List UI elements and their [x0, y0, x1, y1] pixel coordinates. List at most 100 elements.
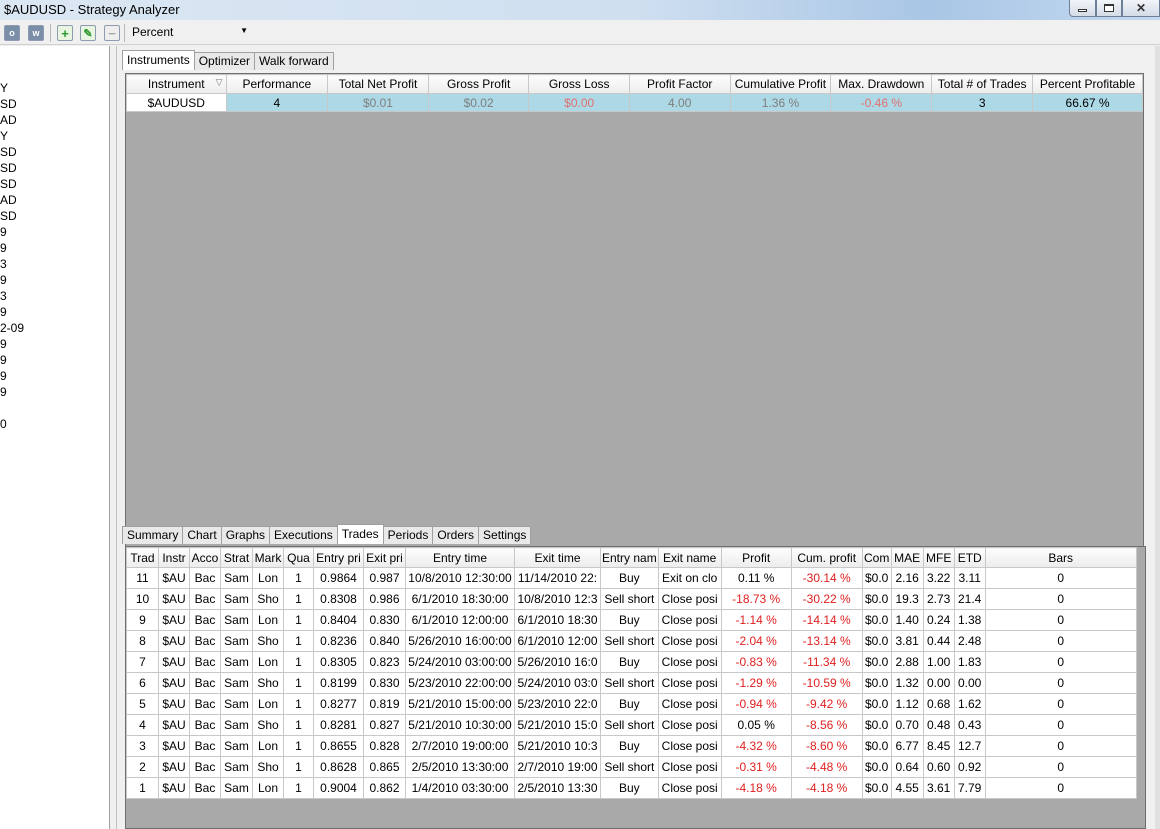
col-header[interactable]: Mark	[252, 547, 284, 568]
col-header[interactable]: Profit	[720, 547, 792, 568]
remove-button[interactable]: −	[104, 25, 120, 41]
tab-settings[interactable]: Settings	[478, 526, 532, 544]
col-header[interactable]: ETD	[953, 547, 986, 568]
col-header[interactable]: Acco	[189, 547, 221, 568]
table-cell: 1	[283, 567, 314, 589]
strategy-list-item[interactable]: AD	[0, 193, 17, 209]
col-header[interactable]: Exit pri	[363, 547, 406, 568]
col-header[interactable]: Max. Drawdown	[830, 74, 933, 94]
strategy-list-item[interactable]: SD	[0, 145, 17, 161]
col-header[interactable]: Performance	[225, 74, 329, 94]
strategy-list-item[interactable]: 9	[0, 225, 7, 241]
table-row[interactable]: 7 $AU Bac Sam Lon 1 0.8305 0.823 5/24/2010 03:00…	[126, 651, 1137, 673]
col-header[interactable]: Cum. profit	[790, 547, 863, 568]
vertical-scrollbar[interactable]	[1155, 46, 1160, 829]
tab-walk-forward[interactable]: Walk forward	[254, 52, 334, 70]
strategy-list-item[interactable]: 9	[0, 385, 7, 401]
strategy-list-item[interactable]: 9	[0, 337, 7, 353]
maximize-button[interactable]	[1096, 0, 1122, 17]
panel-splitter[interactable]	[110, 46, 117, 829]
strategy-list-item[interactable]: SD	[0, 161, 17, 177]
strategy-list-item[interactable]: 3	[0, 289, 7, 305]
col-header[interactable]: Gross Loss	[528, 74, 630, 94]
table-row[interactable]: 10 $AU Bac Sam Sho 1 0.8308 0.986 6/1/2010 18:30…	[126, 588, 1137, 610]
tab-trades[interactable]: Trades	[336, 524, 384, 544]
tab-periods[interactable]: Periods	[382, 526, 434, 544]
strategy-list-item[interactable]: 9	[0, 305, 7, 321]
table-row[interactable]: 3 $AU Bac Sam Lon 1 0.8655 0.828 2/7/2010 19:00:…	[126, 735, 1137, 757]
table-cell: 1	[283, 735, 314, 757]
col-header[interactable]: MAE	[890, 547, 924, 568]
col-header[interactable]: Gross Profit	[427, 74, 530, 94]
table-row[interactable]: 11 $AU Bac Sam Lon 1 0.9864 0.987 10/8/2010 12:3…	[126, 567, 1137, 589]
strategy-list-item[interactable]: SD	[0, 209, 17, 225]
strategy-list-item[interactable]: Y	[0, 81, 8, 97]
table-row[interactable]: 8 $AU Bac Sam Sho 1 0.8236 0.840 5/26/2010 16:00…	[126, 630, 1137, 652]
col-header[interactable]: MFE	[922, 547, 955, 568]
col-header[interactable]: Entry nam	[600, 547, 659, 568]
strategy-list-item[interactable]: 0	[0, 417, 7, 433]
table-cell: 5/21/2010 10:3	[514, 735, 601, 757]
col-header[interactable]: Com	[861, 547, 892, 568]
col-header[interactable]: Strat	[220, 547, 253, 568]
strategy-list-item[interactable]: 9	[0, 353, 7, 369]
o-button[interactable]: o	[4, 25, 20, 41]
table-cell: 5/23/2010 22:00:00	[405, 672, 515, 694]
strategy-list-item[interactable]: 9	[0, 273, 7, 289]
w-button[interactable]: w	[28, 25, 44, 41]
table-cell: 0.8404	[313, 609, 364, 631]
table-row[interactable]: 2 $AU Bac Sam Sho 1 0.8628 0.865 2/5/2010 13:30:…	[126, 756, 1137, 778]
col-header[interactable]: Total # of Trades	[931, 74, 1034, 94]
col-header[interactable]: Trad	[126, 547, 159, 568]
table-cell: 1	[283, 588, 314, 610]
close-button[interactable]: ✕	[1122, 0, 1160, 17]
strategy-list-item[interactable]: 3	[0, 257, 7, 273]
tab-graphs[interactable]: Graphs	[220, 526, 271, 544]
col-header[interactable]: Cumulative Profit	[729, 74, 832, 94]
table-cell: $0.0	[861, 714, 892, 736]
col-header[interactable]: Total Net Profit	[327, 74, 429, 94]
table-cell: 0.8628	[313, 756, 364, 778]
table-cell: 10/8/2010 12:30:00	[405, 567, 515, 589]
col-header[interactable]: Qua	[283, 547, 314, 568]
tab-chart[interactable]: Chart	[182, 526, 222, 544]
table-cell: 0.24	[922, 609, 955, 631]
strategy-list-item[interactable]: SD	[0, 97, 17, 113]
instrument-row[interactable]: $AUDUSD 4 $0.01 $0.02 $0.00 4.00 1.36 % …	[126, 93, 1143, 112]
table-row[interactable]: 6 $AU Bac Sam Sho 1 0.8199 0.830 5/23/2010 22:00…	[126, 672, 1137, 694]
strategy-list-item[interactable]: Y	[0, 129, 8, 145]
col-header[interactable]: Entry pri	[313, 547, 364, 568]
strategy-list-item[interactable]: 9	[0, 241, 7, 257]
col-header[interactable]: Exit name	[657, 547, 722, 568]
col-header[interactable]: Exit time	[514, 547, 601, 568]
add-button[interactable]: +	[57, 25, 73, 41]
strategy-list-item[interactable]: 2-09	[0, 321, 24, 337]
table-row[interactable]: 1 $AU Bac Sam Lon 1 0.9004 0.862 1/4/2010 03:30:…	[126, 777, 1137, 799]
table-cell: Sell short	[600, 672, 659, 694]
table-row[interactable]: 9 $AU Bac Sam Lon 1 0.8404 0.830 6/1/2010 12:00:…	[126, 609, 1137, 631]
minimize-button[interactable]	[1069, 0, 1096, 17]
col-header[interactable]: Entry time	[405, 547, 515, 568]
strategy-list-item[interactable]: 9	[0, 369, 7, 385]
col-header[interactable]: Percent Profitable	[1032, 74, 1143, 94]
tab-orders[interactable]: Orders	[432, 526, 480, 544]
tab-optimizer[interactable]: Optimizer	[193, 52, 256, 70]
col-header[interactable]: Profit Factor	[628, 74, 731, 94]
strategy-list-item[interactable]: SD	[0, 177, 17, 193]
col-header[interactable]: Instrument ▽	[126, 74, 227, 94]
col-header[interactable]: Bars	[984, 547, 1137, 568]
strategy-list-item[interactable]: AD	[0, 113, 17, 129]
tab-executions[interactable]: Executions	[269, 526, 338, 544]
table-cell: $0.0	[861, 651, 892, 673]
display-mode-select[interactable]: Percent ▼	[128, 23, 252, 43]
col-header[interactable]: Instr	[158, 547, 190, 568]
table-cell: Sam	[220, 630, 253, 652]
toolbar-separator	[124, 24, 125, 42]
toolbar-separator	[50, 24, 51, 42]
table-cell: 0.830	[363, 609, 406, 631]
edit-button[interactable]: ✎	[80, 25, 96, 41]
table-row[interactable]: 4 $AU Bac Sam Sho 1 0.8281 0.827 5/21/2010 10:30…	[126, 714, 1137, 736]
tab-instruments[interactable]: Instruments	[122, 50, 195, 70]
tab-summary[interactable]: Summary	[122, 526, 184, 544]
table-row[interactable]: 5 $AU Bac Sam Lon 1 0.8277 0.819 5/21/2010 15:00…	[126, 693, 1137, 715]
